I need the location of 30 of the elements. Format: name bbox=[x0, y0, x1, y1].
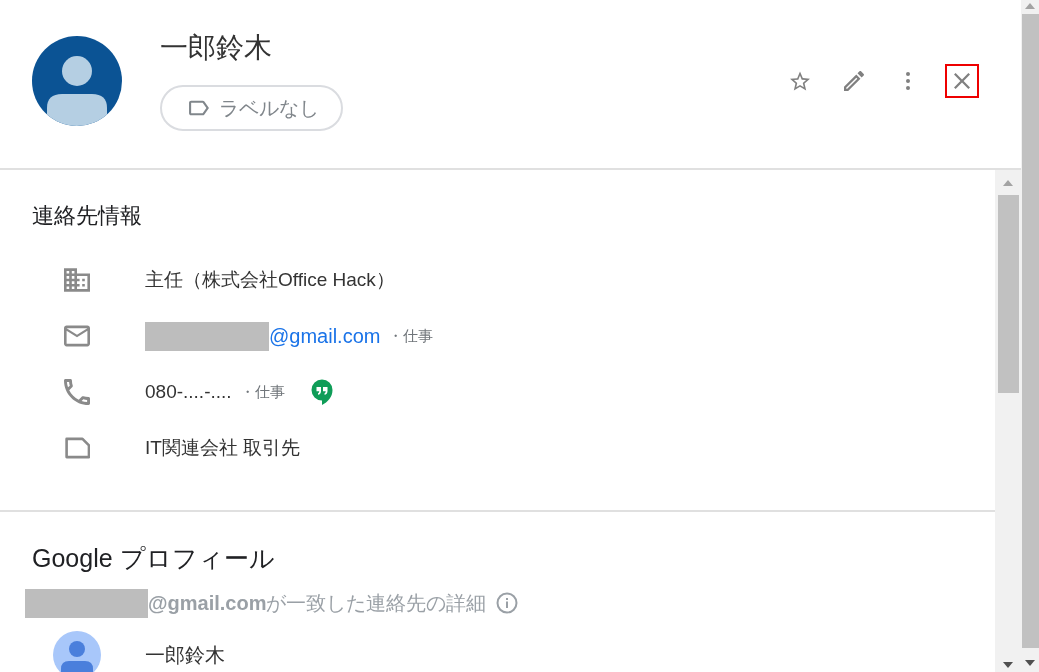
type-label: ・仕事 bbox=[239, 381, 285, 402]
close-icon bbox=[952, 73, 972, 89]
envelope-icon bbox=[64, 323, 90, 349]
label-chip[interactable]: ラベルなし bbox=[160, 85, 343, 131]
arrow-down-icon[interactable] bbox=[1003, 662, 1013, 668]
phone-number: 080-....-.... bbox=[145, 379, 232, 404]
match-note: @gmail.comが一致した連絡先の詳細 bbox=[148, 591, 487, 616]
quote-bubble-icon[interactable] bbox=[309, 378, 334, 406]
close-button[interactable] bbox=[945, 64, 979, 98]
building-icon bbox=[64, 267, 90, 293]
person-avatar-icon bbox=[53, 631, 101, 672]
star-icon bbox=[790, 71, 810, 91]
pencil-icon bbox=[844, 71, 864, 91]
type-label: ・仕事 bbox=[388, 325, 434, 346]
label-list: IT関連会社 取引先 bbox=[145, 433, 301, 463]
note-icon bbox=[64, 435, 90, 461]
section-title: Google プロフィール bbox=[31, 543, 276, 574]
contact-name: 一郎鈴木 bbox=[160, 31, 272, 65]
arrow-up-icon[interactable] bbox=[1003, 180, 1013, 186]
arrow-down-icon[interactable] bbox=[1025, 660, 1035, 666]
profile-name: 一郎鈴木 bbox=[145, 643, 225, 668]
scrollbar-thumb[interactable] bbox=[997, 195, 1019, 393]
person-avatar-icon bbox=[32, 36, 122, 126]
section-title: 連絡先情報 bbox=[31, 202, 143, 230]
more-options-icon bbox=[905, 71, 911, 91]
job-title: 主任（株式会社Office Hack） bbox=[145, 267, 395, 292]
info-icon[interactable] bbox=[496, 592, 519, 614]
phone-icon bbox=[64, 379, 90, 405]
email-link[interactable]: @gmail.com bbox=[269, 321, 381, 351]
arrow-up-icon[interactable] bbox=[1025, 3, 1035, 9]
